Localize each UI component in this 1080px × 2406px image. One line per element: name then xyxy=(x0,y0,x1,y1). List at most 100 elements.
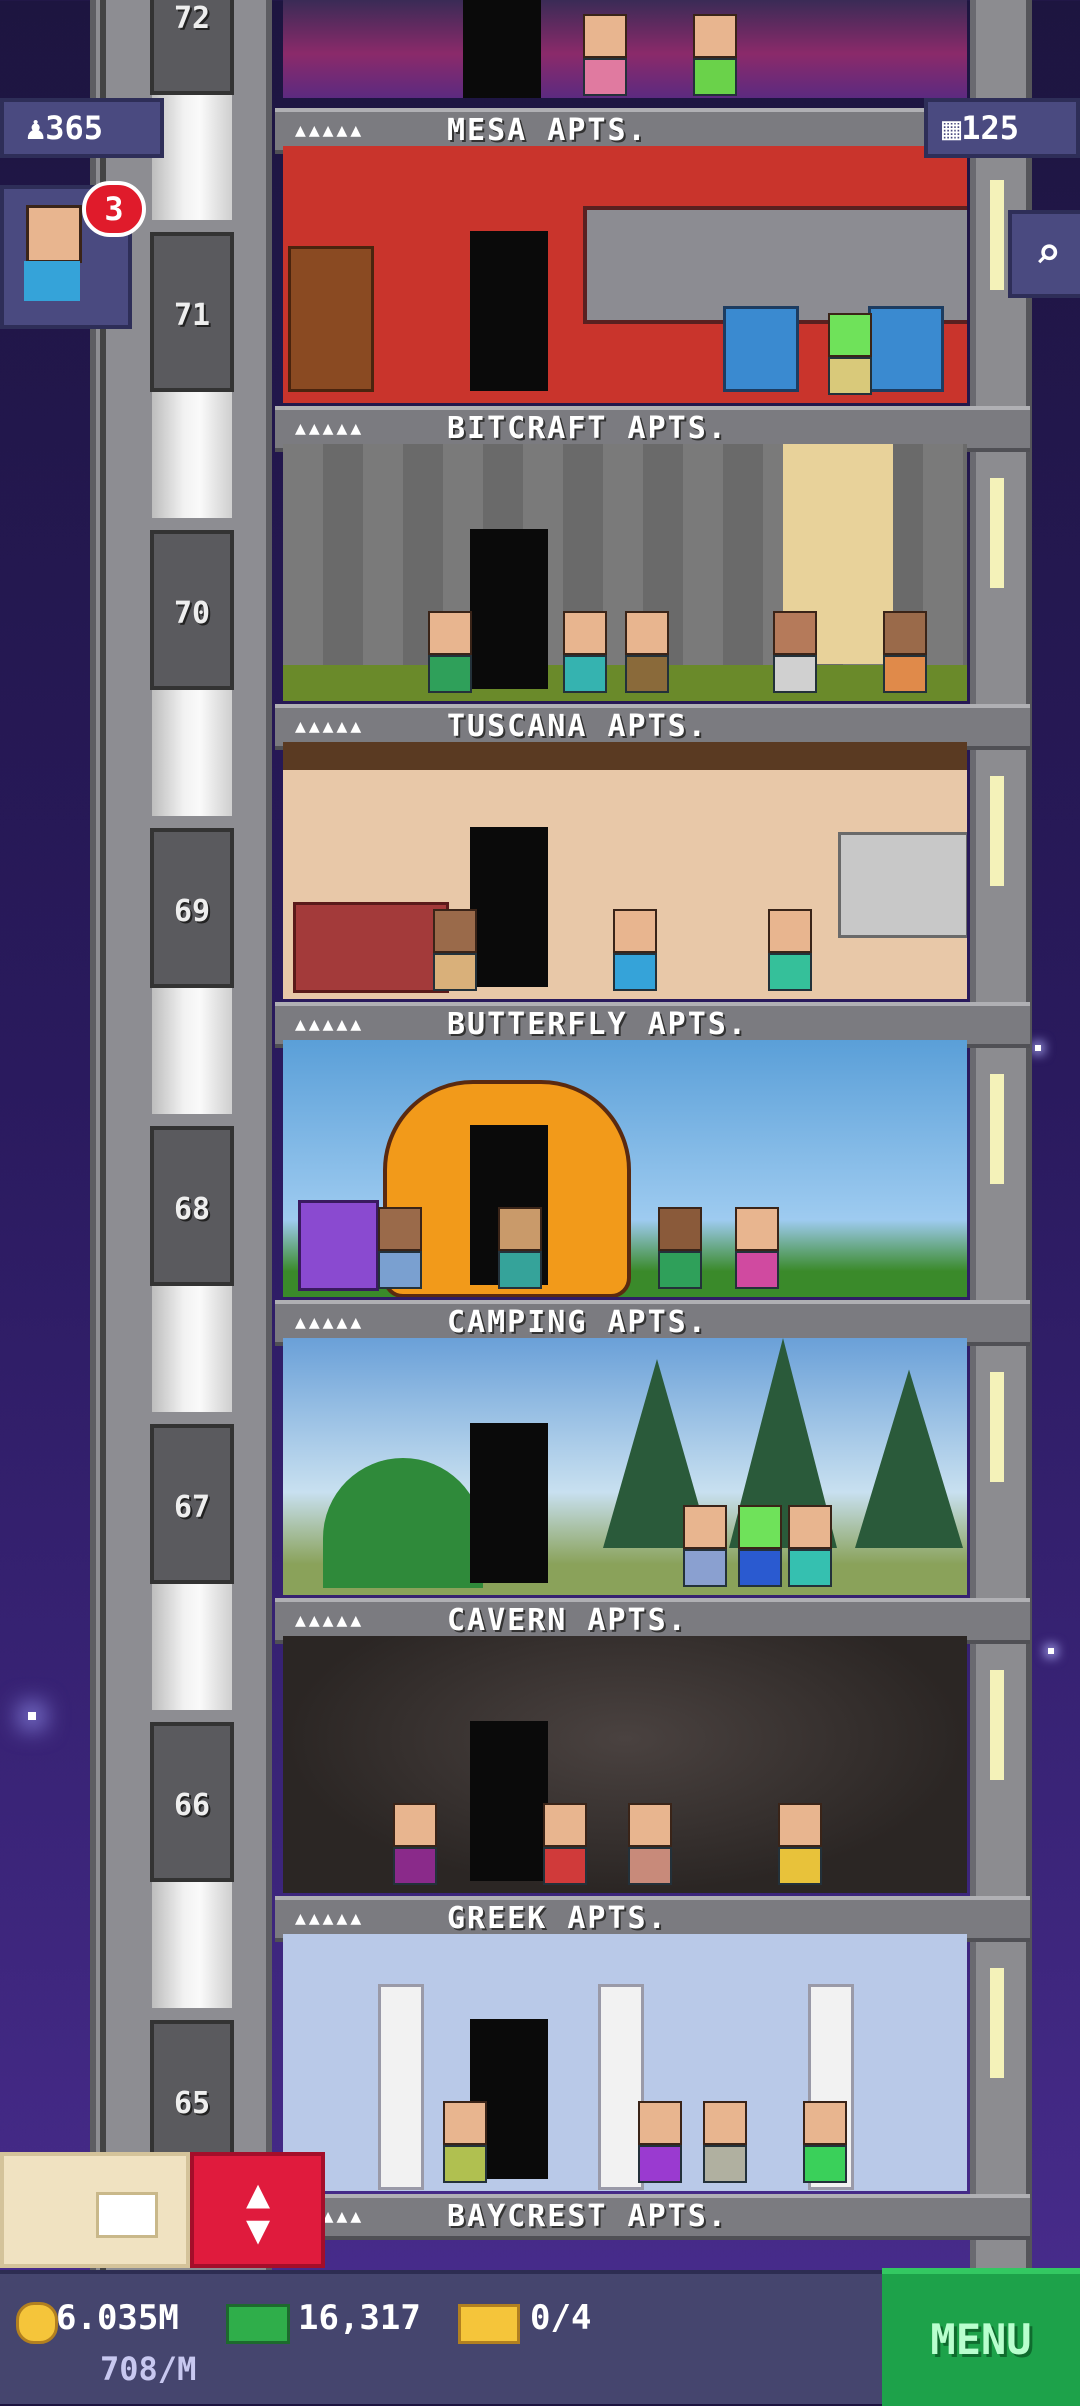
floor-name-label: CAMPING APTS. xyxy=(447,1305,708,1340)
resident xyxy=(613,909,657,991)
resident xyxy=(498,1207,542,1289)
floors-value: 125 xyxy=(961,109,1020,147)
resident xyxy=(735,1207,779,1289)
resident xyxy=(693,14,737,96)
kitchen-cabinet xyxy=(838,832,967,938)
search-icon: ⌕ xyxy=(1034,228,1062,279)
floor-number-66: 66 xyxy=(150,1722,234,1882)
notification-count: 3 xyxy=(104,190,124,228)
box-icon xyxy=(96,2192,158,2238)
bux-value: 16,317 xyxy=(298,2298,421,2338)
window-light xyxy=(990,1670,1004,1780)
floor-number-67: 67 xyxy=(150,1424,234,1584)
door xyxy=(470,529,548,689)
floor-66-room[interactable] xyxy=(283,1636,967,1893)
window-light xyxy=(990,180,1004,290)
menu-button[interactable]: MENU xyxy=(882,2268,1080,2406)
resident xyxy=(828,313,872,395)
floor-68-room[interactable] xyxy=(283,1040,967,1297)
floor-67-room[interactable] xyxy=(283,1338,967,1595)
resident xyxy=(803,2101,847,2183)
resident xyxy=(433,909,477,991)
floors-counter[interactable]: ▦125 xyxy=(924,98,1080,158)
floor-rating-stars: ▲▲▲▲▲ xyxy=(295,120,365,141)
floor-number-72: 72 xyxy=(150,0,234,95)
floor-number-71: 71 xyxy=(150,232,234,392)
resident xyxy=(393,1803,437,1885)
floor-number-69: 69 xyxy=(150,828,234,988)
armchair xyxy=(723,306,799,392)
resident xyxy=(543,1803,587,1885)
floor-number-70: 70 xyxy=(150,530,234,690)
resident xyxy=(378,1207,422,1289)
visitor-body xyxy=(24,261,80,301)
floor-72-room[interactable] xyxy=(283,0,967,98)
window-light xyxy=(990,776,1004,886)
window-light xyxy=(990,1074,1004,1184)
floor-ledge-baycrest: ▲▲▲▲▲ BAYCREST APTS. xyxy=(275,2194,1030,2240)
window-light xyxy=(990,478,1004,588)
search-button[interactable]: ⌕ xyxy=(1008,210,1080,298)
floor-rating-stars: ▲▲▲▲▲ xyxy=(295,1312,365,1333)
floor-name-label: BAYCREST APTS. xyxy=(447,2199,728,2234)
bux-icon xyxy=(226,2304,290,2344)
population-counter[interactable]: ♟365 xyxy=(0,98,164,158)
resident xyxy=(778,1803,822,1885)
elevator-cable xyxy=(152,1878,232,2008)
resident xyxy=(625,611,669,693)
building-icon: ▦ xyxy=(942,109,962,147)
visitor-avatar xyxy=(26,205,82,263)
door xyxy=(470,827,548,987)
floor-71-room[interactable] xyxy=(283,146,967,403)
elevator-cable xyxy=(152,984,232,1114)
tickets-value: 0/4 xyxy=(530,2298,592,2338)
resident xyxy=(768,909,812,991)
floor-70-room[interactable] xyxy=(283,444,967,701)
floor-name-label: MESA APTS. xyxy=(447,113,648,148)
floor-name-label: CAVERN APTS. xyxy=(447,1603,688,1638)
elevator-cable xyxy=(152,1580,232,1710)
resident xyxy=(628,1803,672,1885)
elevator-cable xyxy=(152,686,232,816)
bookshelf xyxy=(288,246,374,392)
up-down-arrows-icon: ▲ ▼ xyxy=(245,2171,271,2253)
resident xyxy=(428,611,472,693)
resident xyxy=(788,1505,832,1587)
floor-rating-stars: ▲▲▲▲▲ xyxy=(295,1014,365,1035)
floor-name-label: GREEK APTS. xyxy=(447,1901,668,1936)
population-value: 365 xyxy=(45,109,104,147)
resident xyxy=(883,611,927,693)
star xyxy=(1035,1045,1041,1051)
resident xyxy=(563,611,607,693)
ticket-icon xyxy=(458,2304,520,2344)
population-icon: ♟ xyxy=(26,109,46,147)
elevator-button[interactable]: ▲ ▼ xyxy=(190,2152,325,2268)
coins-value: 6.035M xyxy=(56,2298,179,2338)
resident xyxy=(443,2101,487,2183)
sofa xyxy=(293,902,449,993)
elevator-cable xyxy=(152,1282,232,1412)
elevator-cable xyxy=(152,388,232,518)
floor-number-68: 68 xyxy=(150,1126,234,1286)
inventory-button[interactable] xyxy=(0,2152,190,2268)
star xyxy=(28,1712,36,1720)
floor-65-room[interactable] xyxy=(283,1934,967,2191)
star xyxy=(1048,1648,1054,1654)
notification-badge: 3 xyxy=(82,181,146,237)
door xyxy=(470,1721,548,1881)
resident xyxy=(638,2101,682,2183)
floor-rating-stars: ▲▲▲▲▲ xyxy=(295,1908,365,1929)
resident xyxy=(703,2101,747,2183)
door xyxy=(470,231,548,391)
resident xyxy=(658,1207,702,1289)
wood-beam xyxy=(283,742,967,770)
elevator-cable xyxy=(152,90,232,220)
floor-69-room[interactable] xyxy=(283,742,967,999)
resident xyxy=(738,1505,782,1587)
tent xyxy=(323,1458,483,1588)
pine-trees xyxy=(603,1338,963,1548)
resident xyxy=(683,1505,727,1587)
armchair xyxy=(868,306,944,392)
visitor-button[interactable]: 3 xyxy=(0,181,146,329)
armchair xyxy=(298,1200,379,1291)
